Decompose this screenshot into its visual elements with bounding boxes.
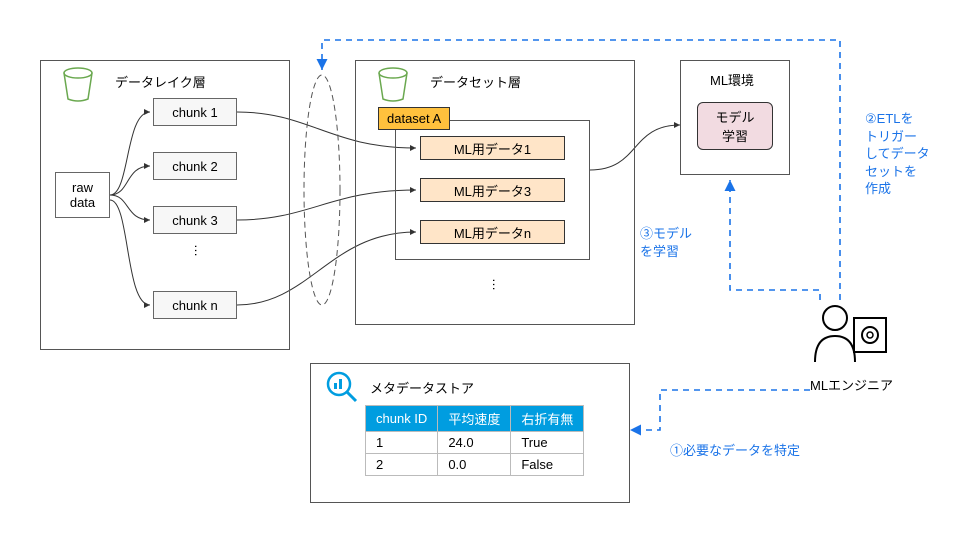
ellipsis-icon: … — [490, 278, 505, 291]
table-row: 2 0.0 False — [366, 454, 584, 476]
mlenv-title: ML環境 — [710, 70, 754, 89]
engineer-icon — [810, 300, 890, 370]
chunk-node: chunk 2 — [153, 152, 237, 180]
table-header: chunk ID — [366, 406, 438, 432]
table-row: 1 24.0 True — [366, 432, 584, 454]
chunk-node: chunk 3 — [153, 206, 237, 234]
chunk-node: chunk 1 — [153, 98, 237, 126]
chunk-node: chunk n — [153, 291, 237, 319]
model-training-node: モデル 学習 — [697, 102, 773, 150]
datalake-title: データレイク層 — [115, 72, 206, 91]
table-header: 平均速度 — [438, 406, 511, 432]
dataset-item: ML用データ1 — [420, 136, 565, 160]
dataset-title: データセット層 — [430, 72, 521, 91]
raw-data-node: raw data — [55, 172, 110, 218]
dataset-tag: dataset A — [378, 107, 450, 130]
metastore-table: chunk ID 平均速度 右折有無 1 24.0 True 2 0.0 Fal… — [365, 405, 584, 476]
step1-label: ①必要なデータを特定 — [670, 440, 800, 459]
step3-label: ③モデル を学習 — [640, 225, 692, 260]
engineer-label: MLエンジニア — [810, 375, 893, 394]
metastore-title: メタデータストア — [370, 378, 474, 397]
dataset-item: ML用データ3 — [420, 178, 565, 202]
table-header: 右折有無 — [511, 406, 584, 432]
ellipsis-icon: … — [192, 244, 207, 257]
dataset-item: ML用データn — [420, 220, 565, 244]
step2-label: ②ETLを トリガー してデータ セットを 作成 — [865, 110, 930, 198]
